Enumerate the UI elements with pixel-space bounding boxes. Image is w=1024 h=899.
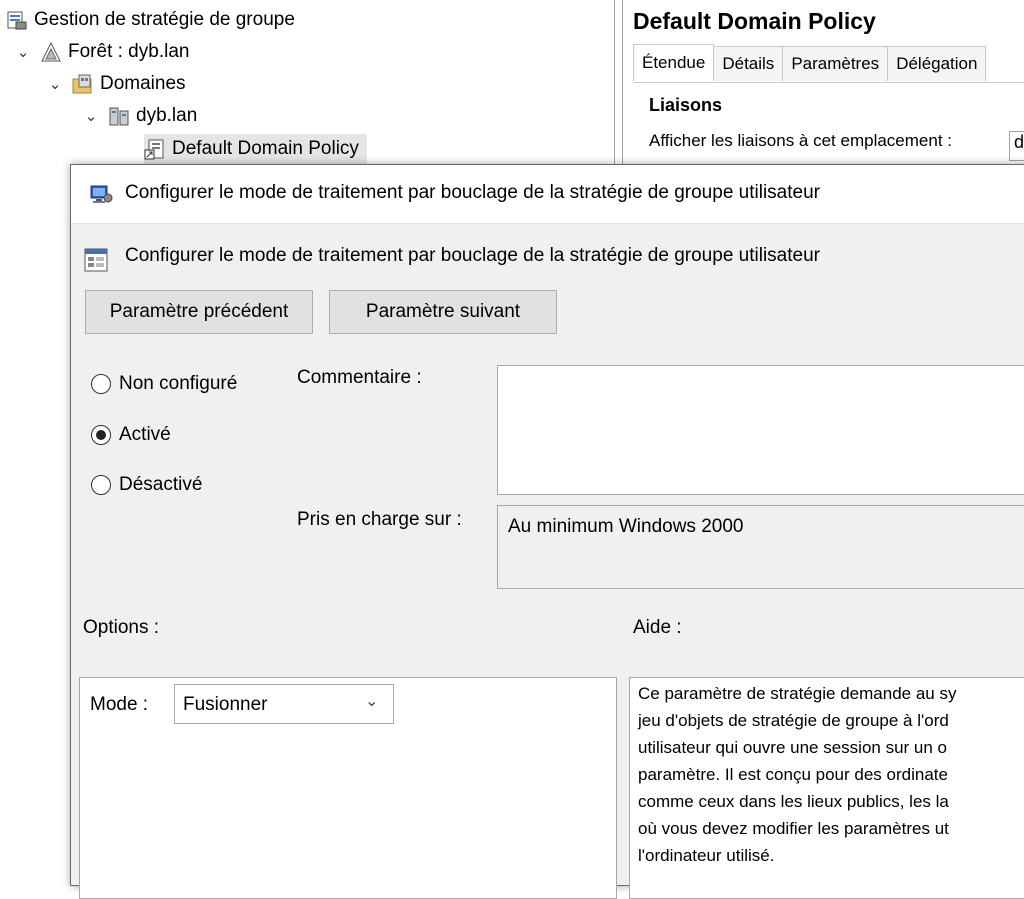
help-line: paramètre. Il est conçu pour des ordinat… — [638, 765, 948, 784]
chevron-down-icon[interactable]: ⌄ — [82, 107, 100, 125]
radio-enabled[interactable]: Activé — [91, 424, 171, 446]
options-label: Options : — [83, 617, 160, 638]
radio-label: Désactivé — [119, 474, 203, 495]
tree-label: Default Domain Policy — [172, 138, 359, 159]
comment-textarea[interactable] — [497, 365, 1024, 495]
mode-selected-value: Fusionner — [183, 694, 268, 715]
tab-scope[interactable]: Étendue — [633, 44, 715, 81]
chevron-down-icon[interactable]: ⌄ — [365, 691, 378, 711]
tree-item-forest[interactable]: ⌄ Forêt : dyb.lan — [14, 37, 190, 67]
chevron-down-icon[interactable]: ⌄ — [46, 75, 64, 93]
domain-icon — [108, 105, 130, 127]
help-label: Aide : — [633, 617, 682, 638]
comment-label: Commentaire : — [297, 367, 422, 388]
gpo-title: Default Domain Policy — [633, 8, 876, 34]
chevron-down-icon[interactable]: ⌄ — [14, 43, 32, 61]
radio-label: Activé — [119, 424, 171, 445]
policy-header-icon — [83, 247, 109, 273]
tree-label: dyb.lan — [136, 105, 198, 126]
tree-label: Forêt : dyb.lan — [68, 41, 190, 62]
radio-label: Non configuré — [119, 373, 238, 394]
supported-on-label: Pris en charge sur : — [297, 509, 462, 530]
radio-disabled[interactable]: Désactivé — [91, 474, 202, 496]
radio-circle-selected[interactable] — [91, 425, 111, 445]
tree-item-domain[interactable]: ⌄ dyb.lan — [82, 101, 198, 131]
help-line: jeu d'objets de stratégie de groupe à l'… — [638, 711, 949, 730]
dialog-title: Configurer le mode de traitement par bou… — [125, 182, 820, 203]
radio-circle[interactable] — [91, 475, 111, 495]
show-links-dropdown[interactable]: d — [1009, 131, 1024, 161]
previous-setting-button[interactable]: Paramètre précédent — [85, 290, 313, 334]
gpo-details-pane: Default Domain Policy Étendue Détails Pa… — [622, 0, 1024, 170]
show-links-label: Afficher les liaisons à cet emplacement … — [649, 131, 952, 150]
mode-label: Mode : — [90, 694, 149, 715]
radio-not-configured[interactable]: Non configuré — [91, 373, 237, 395]
help-line: utilisateur qui ouvre une session sur un… — [638, 738, 948, 757]
help-line: comme ceux dans les lieux publics, les l… — [638, 792, 949, 811]
links-section-title: Liaisons — [649, 95, 723, 115]
setting-name-header: Configurer le mode de traitement par bou… — [125, 245, 820, 266]
gpmc-root-icon — [6, 9, 28, 31]
dialog-titlebar[interactable]: Configurer le mode de traitement par bou… — [71, 165, 1024, 224]
help-text-panel: Ce paramètre de stratégie demande au sy … — [629, 677, 1024, 899]
tab-details[interactable]: Détails — [713, 46, 784, 81]
next-setting-button[interactable]: Paramètre suivant — [329, 290, 557, 334]
tree-item-gpo[interactable]: Default Domain Policy — [144, 134, 367, 164]
domains-folder-icon — [72, 73, 94, 95]
help-line: Ce paramètre de stratégie demande au sy — [638, 684, 957, 703]
gpo-tabs: Étendue Détails Paramètres Délégation — [633, 44, 987, 82]
tree-item-domains[interactable]: ⌄ Domaines — [46, 69, 186, 99]
help-line: où vous devez modifier les paramètres ut — [638, 819, 949, 838]
tree-item-root[interactable]: Gestion de stratégie de groupe — [6, 5, 295, 35]
supported-on-box: Au minimum Windows 2000 — [497, 505, 1024, 589]
forest-icon — [40, 41, 62, 63]
tab-settings[interactable]: Paramètres — [782, 46, 889, 81]
help-line: l'ordinateur utilisé. — [638, 846, 775, 865]
supported-on-value: Au minimum Windows 2000 — [508, 516, 744, 537]
mode-select[interactable]: Fusionner ⌄ — [174, 684, 394, 724]
policy-setting-icon — [89, 182, 113, 206]
tree-label: Gestion de stratégie de groupe — [34, 9, 295, 30]
options-panel: Mode : Fusionner ⌄ — [79, 677, 617, 899]
tree-label: Domaines — [100, 73, 186, 94]
loopback-policy-dialog: Configurer le mode de traitement par bou… — [70, 164, 1024, 899]
gpo-link-icon — [144, 138, 166, 160]
radio-circle[interactable] — [91, 374, 111, 394]
scope-tab-body: Liaisons Afficher les liaisons à cet emp… — [633, 82, 1024, 171]
tab-delegation[interactable]: Délégation — [887, 46, 987, 81]
